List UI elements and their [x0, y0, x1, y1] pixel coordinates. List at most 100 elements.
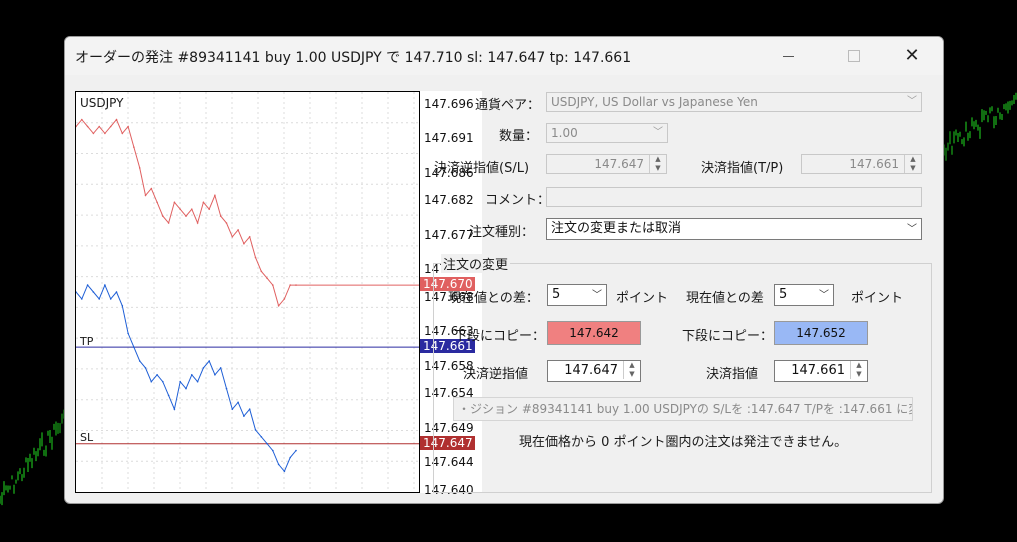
series-ask-point	[254, 429, 257, 431]
series-bid-point	[289, 284, 291, 286]
modify-sl-input[interactable]: 147.647 ▲ ▼	[547, 360, 641, 382]
left-diff-label: 現在値との差：	[448, 291, 539, 306]
series-ask-point	[138, 360, 141, 362]
series-bid-point	[260, 270, 263, 273]
right-copy-label: 下段にコピー：	[682, 329, 774, 344]
series-bid-point	[277, 305, 280, 307]
series-ask-point	[115, 291, 118, 293]
series-bid-point	[173, 201, 176, 204]
copy-sl-button[interactable]: 147.642	[547, 321, 641, 345]
series-bid-point	[156, 201, 158, 204]
minimize-icon	[782, 55, 794, 57]
series-bid-point	[266, 277, 268, 279]
series-bid-point	[92, 132, 95, 135]
window-title: オーダーの発注 #89341141 buy 1.00 USDJPY で 147.…	[75, 50, 632, 66]
sl-input[interactable]: 147.647 ▲ ▼	[546, 154, 667, 174]
series-ask-point	[121, 305, 124, 307]
modify-tp-spinner[interactable]: ▲ ▼	[850, 361, 867, 379]
volume-label: 数量：	[499, 129, 539, 144]
volume-select[interactable]: 1.00 ﹀	[546, 123, 668, 143]
series-ask-point	[283, 470, 286, 473]
status-message: 現在価格から 0 ポイント圏内の注文は発注できません。	[519, 435, 848, 450]
series-bid-point	[104, 132, 106, 135]
series-bid-point	[127, 125, 129, 128]
series-ask-point	[266, 442, 268, 445]
tp-label: 決済指値(T/P)	[701, 161, 784, 176]
spin-up-icon[interactable]: ▲	[624, 361, 640, 370]
series-ask-point	[219, 367, 222, 369]
series-bid-point	[115, 118, 118, 121]
right-diff-select[interactable]: 5 ﹀	[774, 284, 834, 306]
sl-value: 147.647	[594, 157, 644, 171]
copy-tp-button[interactable]: 147.652	[774, 321, 868, 345]
series-ask-point	[237, 401, 239, 404]
right-points-label: ポイント	[851, 291, 904, 306]
series-bid-point	[243, 242, 245, 245]
modify-tp-input[interactable]: 147.661 ▲ ▼	[774, 360, 868, 382]
modify-sl-spinner[interactable]: ▲ ▼	[623, 361, 640, 379]
title-bar: オーダーの発注 #89341141 buy 1.00 USDJPY で 147.…	[65, 37, 943, 75]
left-points-label: ポイント	[616, 291, 669, 306]
series-ask-point	[173, 408, 176, 411]
series-ask-point	[133, 346, 135, 348]
price-tick-label: 147.682	[424, 193, 474, 208]
series-bid-point	[283, 298, 286, 300]
close-button[interactable]: ✕	[889, 37, 935, 75]
series-bid-point	[133, 146, 135, 148]
maximize-icon	[848, 50, 860, 62]
modify-order-button[interactable]: ・ジション #89341141 buy 1.00 USDJPYの S/Lを :1…	[453, 397, 913, 421]
series-ask-point	[214, 374, 216, 376]
series-ask-point	[127, 332, 129, 335]
spin-down-icon[interactable]: ▼	[624, 370, 640, 379]
modify-group-title: 注文の変更	[441, 254, 511, 273]
maximize-button[interactable]	[831, 37, 877, 75]
spin-up-icon[interactable]: ▲	[650, 155, 666, 164]
series-ask-point	[179, 380, 181, 383]
spin-up-icon[interactable]: ▲	[905, 155, 921, 164]
price-tick-label: 147.691	[424, 131, 474, 146]
series-ask-point	[150, 380, 153, 383]
tp-line-label: TP	[80, 335, 94, 348]
chart-symbol: USDJPY	[80, 96, 124, 110]
series-bid-point	[202, 201, 205, 204]
series-ask-point	[86, 284, 89, 286]
minimize-button[interactable]	[765, 37, 811, 75]
series-ask-point	[196, 380, 199, 383]
tp-input[interactable]: 147.661 ▲ ▼	[801, 154, 922, 174]
spin-down-icon[interactable]: ▼	[851, 370, 867, 379]
order-type-label: 注文種別：	[469, 225, 535, 240]
comment-input[interactable]	[546, 187, 922, 207]
series-bid-point	[121, 132, 124, 135]
series-bid-line	[76, 118, 296, 307]
symbol-value: USDJPY, US Dollar vs Japanese Yen	[551, 95, 758, 109]
series-ask-point	[156, 374, 158, 376]
tp-value: 147.661	[849, 157, 899, 171]
order-dialog: オーダーの発注 #89341141 buy 1.00 USDJPY で 147.…	[64, 36, 944, 504]
spin-down-icon[interactable]: ▼	[650, 164, 666, 173]
series-bid-point	[237, 229, 239, 231]
tp-spinner[interactable]: ▲ ▼	[904, 155, 921, 173]
series-bid-point	[150, 187, 153, 190]
series-ask-point	[231, 408, 234, 411]
series-bid-point	[185, 215, 187, 217]
series-bid-point	[225, 222, 228, 224]
series-bid-point	[98, 125, 100, 128]
series-bid-point	[86, 125, 89, 128]
series-ask-point	[295, 449, 297, 452]
spin-down-icon[interactable]: ▼	[905, 164, 921, 173]
left-copy-label: 下段にコピー：	[454, 329, 546, 344]
symbol-label: 通貨ペア：	[475, 98, 541, 113]
series-bid-point	[81, 118, 83, 121]
series-ask-point	[202, 367, 205, 369]
symbol-select[interactable]: USDJPY, US Dollar vs Japanese Yen ﹀	[546, 92, 922, 112]
series-ask-point	[289, 456, 291, 459]
left-diff-select[interactable]: 5 ﹀	[547, 284, 607, 306]
series-ask-point	[92, 291, 95, 293]
order-type-select[interactable]: 注文の変更または取消 ﹀	[546, 218, 922, 240]
modify-tp-value: 147.661	[791, 363, 845, 378]
series-bid-point	[272, 284, 274, 286]
price-tick-label: 147.677	[424, 227, 474, 242]
series-bid-point	[196, 222, 199, 224]
sl-spinner[interactable]: ▲ ▼	[649, 155, 666, 173]
spin-up-icon[interactable]: ▲	[851, 361, 867, 370]
